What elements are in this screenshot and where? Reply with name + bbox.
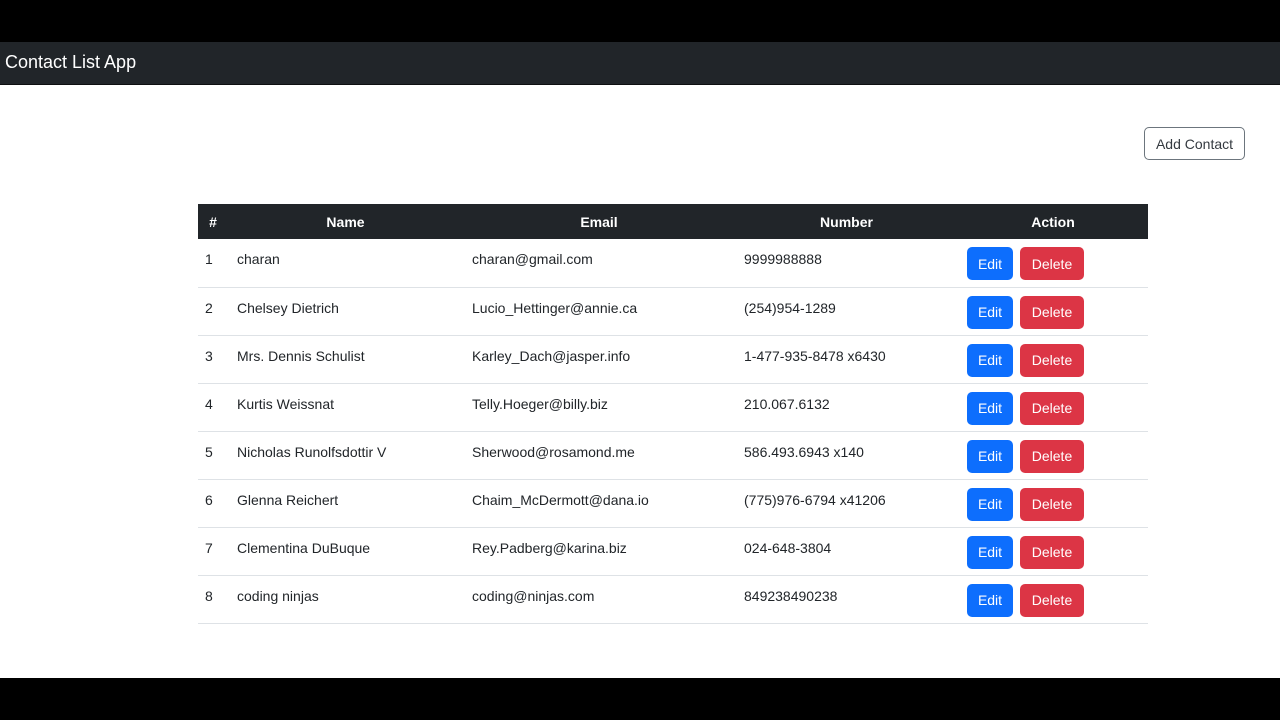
contact-email: Sherwood@rosamond.me (463, 431, 735, 480)
row-actions: Edit Delete (958, 479, 1148, 528)
table-row: 1 charan charan@gmail.com 9999988888 Edi… (198, 239, 1148, 288)
navbar: Contact List App (0, 42, 1280, 85)
contact-email: Rey.Padberg@karina.biz (463, 527, 735, 576)
table-row: 6 Glenna Reichert Chaim_McDermott@dana.i… (198, 479, 1148, 528)
add-contact-button[interactable]: Add Contact (1144, 127, 1245, 160)
row-index: 1 (198, 239, 228, 288)
row-actions: Edit Delete (958, 335, 1148, 384)
delete-button[interactable]: Delete (1020, 391, 1084, 425)
delete-button[interactable]: Delete (1020, 583, 1084, 617)
contact-email: Telly.Hoeger@billy.biz (463, 383, 735, 432)
contacts-table: # Name Email Number Action 1 charan char… (198, 204, 1148, 624)
contact-number: 1-477-935-8478 x6430 (735, 335, 958, 384)
row-index: 2 (198, 287, 228, 336)
contact-name: Nicholas Runolfsdottir V (228, 431, 463, 480)
contact-number: 586.493.6943 x140 (735, 431, 958, 480)
app-viewport: Contact List App Add Contact # Name Emai… (0, 42, 1280, 678)
contact-email: Karley_Dach@jasper.info (463, 335, 735, 384)
edit-button[interactable]: Edit (967, 247, 1013, 280)
row-index: 5 (198, 431, 228, 480)
contact-email: coding@ninjas.com (463, 575, 735, 624)
contact-number: 210.067.6132 (735, 383, 958, 432)
table-row: 5 Nicholas Runolfsdottir V Sherwood@rosa… (198, 431, 1148, 480)
row-actions: Edit Delete (958, 527, 1148, 576)
delete-button[interactable]: Delete (1020, 247, 1084, 280)
row-actions: Edit Delete (958, 431, 1148, 480)
edit-button[interactable]: Edit (967, 535, 1013, 569)
contact-number: (775)976-6794 x41206 (735, 479, 958, 528)
edit-button[interactable]: Edit (967, 391, 1013, 425)
contact-number: 024-648-3804 (735, 527, 958, 576)
edit-button[interactable]: Edit (967, 583, 1013, 617)
row-actions: Edit Delete (958, 287, 1148, 336)
contact-name: Clementina DuBuque (228, 527, 463, 576)
row-index: 4 (198, 383, 228, 432)
delete-button[interactable]: Delete (1020, 343, 1084, 377)
contact-name: Glenna Reichert (228, 479, 463, 528)
row-index: 8 (198, 575, 228, 624)
table-row: 4 Kurtis Weissnat Telly.Hoeger@billy.biz… (198, 383, 1148, 432)
row-actions: Edit Delete (958, 575, 1148, 624)
contact-email: Lucio_Hettinger@annie.ca (463, 287, 735, 336)
edit-button[interactable]: Edit (967, 343, 1013, 377)
row-actions: Edit Delete (958, 383, 1148, 432)
edit-button[interactable]: Edit (967, 487, 1013, 521)
table-header-row: # Name Email Number Action (198, 204, 1148, 239)
contact-name: Mrs. Dennis Schulist (228, 335, 463, 384)
delete-button[interactable]: Delete (1020, 535, 1084, 569)
delete-button[interactable]: Delete (1020, 439, 1084, 473)
contact-name: charan (228, 239, 463, 288)
contact-name: Kurtis Weissnat (228, 383, 463, 432)
row-index: 7 (198, 527, 228, 576)
delete-button[interactable]: Delete (1020, 295, 1084, 329)
edit-button[interactable]: Edit (967, 439, 1013, 473)
column-header-email: Email (463, 204, 735, 239)
column-header-name: Name (228, 204, 463, 239)
navbar-brand[interactable]: Contact List App (5, 51, 136, 73)
column-header-action: Action (958, 204, 1148, 239)
delete-button[interactable]: Delete (1020, 487, 1084, 521)
column-header-number: Number (735, 204, 958, 239)
contact-email: Chaim_McDermott@dana.io (463, 479, 735, 528)
row-index: 3 (198, 335, 228, 384)
contact-number: 849238490238 (735, 575, 958, 624)
edit-button[interactable]: Edit (967, 295, 1013, 329)
column-header-index: # (198, 204, 228, 239)
row-index: 6 (198, 479, 228, 528)
contact-name: Chelsey Dietrich (228, 287, 463, 336)
table-row: 8 coding ninjas coding@ninjas.com 849238… (198, 575, 1148, 624)
row-actions: Edit Delete (958, 239, 1148, 288)
contact-number: 9999988888 (735, 239, 958, 288)
contact-name: coding ninjas (228, 575, 463, 624)
table-row: 7 Clementina DuBuque Rey.Padberg@karina.… (198, 527, 1148, 576)
table-row: 3 Mrs. Dennis Schulist Karley_Dach@jaspe… (198, 335, 1148, 384)
contact-number: (254)954-1289 (735, 287, 958, 336)
table-row: 2 Chelsey Dietrich Lucio_Hettinger@annie… (198, 287, 1148, 336)
contact-email: charan@gmail.com (463, 239, 735, 288)
